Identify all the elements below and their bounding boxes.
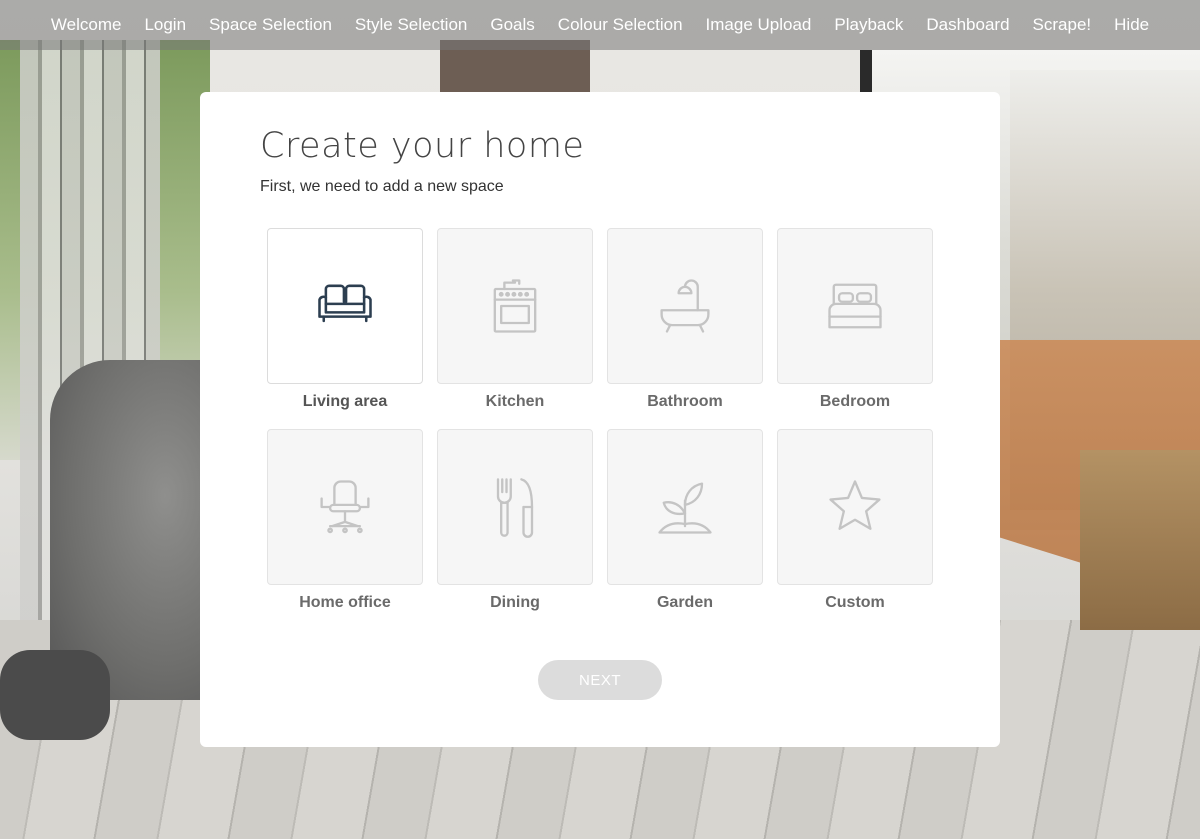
fork-knife-icon	[496, 478, 534, 538]
nav-colour-selection[interactable]: Colour Selection	[546, 15, 694, 35]
tile-label: Bedroom	[819, 393, 891, 410]
page-title: Create your home	[260, 126, 585, 166]
tile-box[interactable]	[267, 228, 423, 384]
tile-box[interactable]	[607, 429, 763, 585]
bathtub-icon	[660, 279, 710, 333]
nav-space-selection[interactable]: Space Selection	[198, 15, 344, 35]
nav-dashboard[interactable]: Dashboard	[915, 15, 1021, 35]
next-button[interactable]: NEXT	[538, 660, 662, 700]
sofa-icon	[318, 284, 372, 323]
tile-label: Garden	[656, 594, 713, 611]
nav-goals[interactable]: Goals	[479, 15, 546, 35]
tile-label: Kitchen	[485, 393, 545, 410]
page-subtitle: First, we need to add a new space	[260, 178, 504, 195]
nav-style-selection[interactable]: Style Selection	[343, 15, 478, 35]
nav-hide[interactable]: Hide	[1103, 15, 1161, 35]
tile-box[interactable]	[777, 429, 933, 585]
space-tile-dining[interactable]: Dining	[437, 429, 593, 616]
tile-label: Dining	[490, 594, 540, 611]
space-tile-home-office[interactable]: Home office	[267, 429, 423, 616]
tile-box[interactable]	[437, 228, 593, 384]
tile-box[interactable]	[437, 429, 593, 585]
nav-image-upload[interactable]: Image Upload	[694, 15, 823, 35]
office-chair-icon	[320, 480, 370, 534]
space-tile-garden[interactable]: Garden	[607, 429, 763, 616]
tile-box[interactable]	[267, 429, 423, 585]
star-icon	[829, 480, 881, 530]
tile-box[interactable]	[607, 228, 763, 384]
nav-login[interactable]: Login	[133, 15, 198, 35]
tile-box[interactable]	[777, 228, 933, 384]
top-navigation: Welcome Login Space Selection Style Sele…	[0, 0, 1200, 50]
space-tile-grid: Living area Kitchen Bathroom Bedroom Hom…	[267, 228, 937, 616]
space-tile-bathroom[interactable]: Bathroom	[607, 228, 763, 415]
nav-scrape[interactable]: Scrape!	[1021, 15, 1103, 35]
space-tile-living-area[interactable]: Living area	[267, 228, 423, 415]
nav-welcome[interactable]: Welcome	[39, 15, 133, 35]
tile-label: Living area	[302, 393, 388, 410]
bed-icon	[828, 283, 882, 329]
tile-label: Custom	[825, 594, 885, 611]
create-home-card: Create your home First, we need to add a…	[200, 92, 1000, 747]
space-tile-custom[interactable]: Custom	[777, 429, 933, 616]
stove-icon	[493, 279, 537, 333]
space-tile-bedroom[interactable]: Bedroom	[777, 228, 933, 415]
tile-label: Home office	[299, 594, 391, 611]
plant-icon	[658, 482, 712, 534]
nav-playback[interactable]: Playback	[823, 15, 915, 35]
space-tile-kitchen[interactable]: Kitchen	[437, 228, 593, 415]
tile-label: Bathroom	[647, 393, 723, 410]
